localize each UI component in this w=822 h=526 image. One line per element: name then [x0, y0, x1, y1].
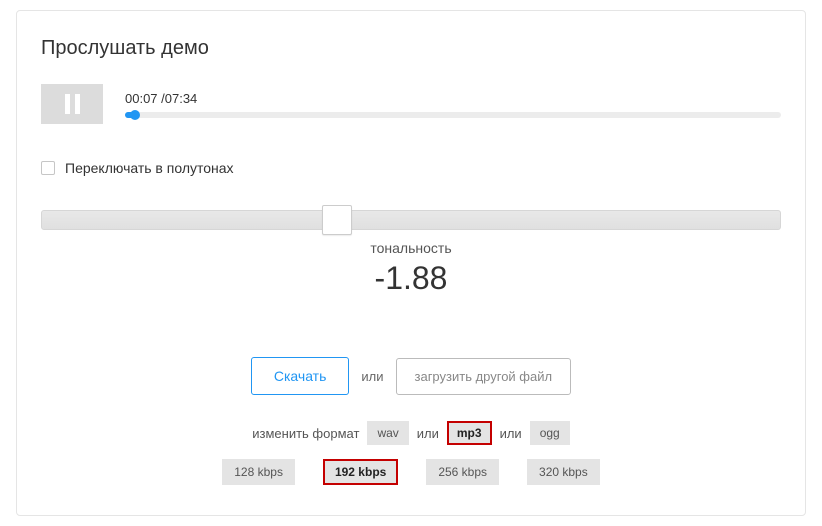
bitrate-option-256[interactable]: 256 kbps [426, 459, 499, 485]
semitones-label: Переключать в полутонах [65, 160, 234, 176]
progress-track[interactable] [125, 112, 781, 118]
semitone-row: Переключать в полутонах [41, 160, 781, 176]
tone-label: тональность [41, 240, 781, 256]
upload-button[interactable]: загрузить другой файл [396, 358, 572, 395]
player-row: 00:07 /07:34 [41, 84, 781, 124]
format-row: изменить формат wav или mp3 или ogg [41, 421, 781, 445]
tone-slider-thumb[interactable] [322, 205, 352, 235]
demo-panel: Прослушать демо 00:07 /07:34 Переключать… [16, 10, 806, 516]
format-option-wav[interactable]: wav [367, 421, 408, 445]
format-change-label: изменить формат [252, 426, 359, 441]
player-main: 00:07 /07:34 [125, 91, 781, 118]
format-option-mp3[interactable]: mp3 [447, 421, 492, 445]
pause-icon [65, 94, 80, 114]
pause-button[interactable] [41, 84, 103, 124]
bitrate-row: 128 kbps 192 kbps 256 kbps 320 kbps [41, 459, 781, 491]
or-text-2: или [417, 426, 439, 441]
download-button[interactable]: Скачать [251, 357, 350, 395]
progress-thumb[interactable] [130, 110, 140, 120]
time-display: 00:07 /07:34 [125, 91, 781, 106]
actions-row: Скачать или загрузить другой файл [41, 357, 781, 395]
tone-value: -1.88 [41, 260, 781, 297]
tone-slider[interactable] [41, 210, 781, 230]
tone-slider-wrap [41, 210, 781, 230]
format-option-ogg[interactable]: ogg [530, 421, 570, 445]
bitrate-option-192[interactable]: 192 kbps [323, 459, 398, 485]
semitones-checkbox[interactable] [41, 161, 55, 175]
or-text-3: или [500, 426, 522, 441]
bitrate-option-128[interactable]: 128 kbps [222, 459, 295, 485]
or-text-1: или [361, 369, 383, 384]
bitrate-option-320[interactable]: 320 kbps [527, 459, 600, 485]
panel-title: Прослушать демо [41, 37, 781, 60]
